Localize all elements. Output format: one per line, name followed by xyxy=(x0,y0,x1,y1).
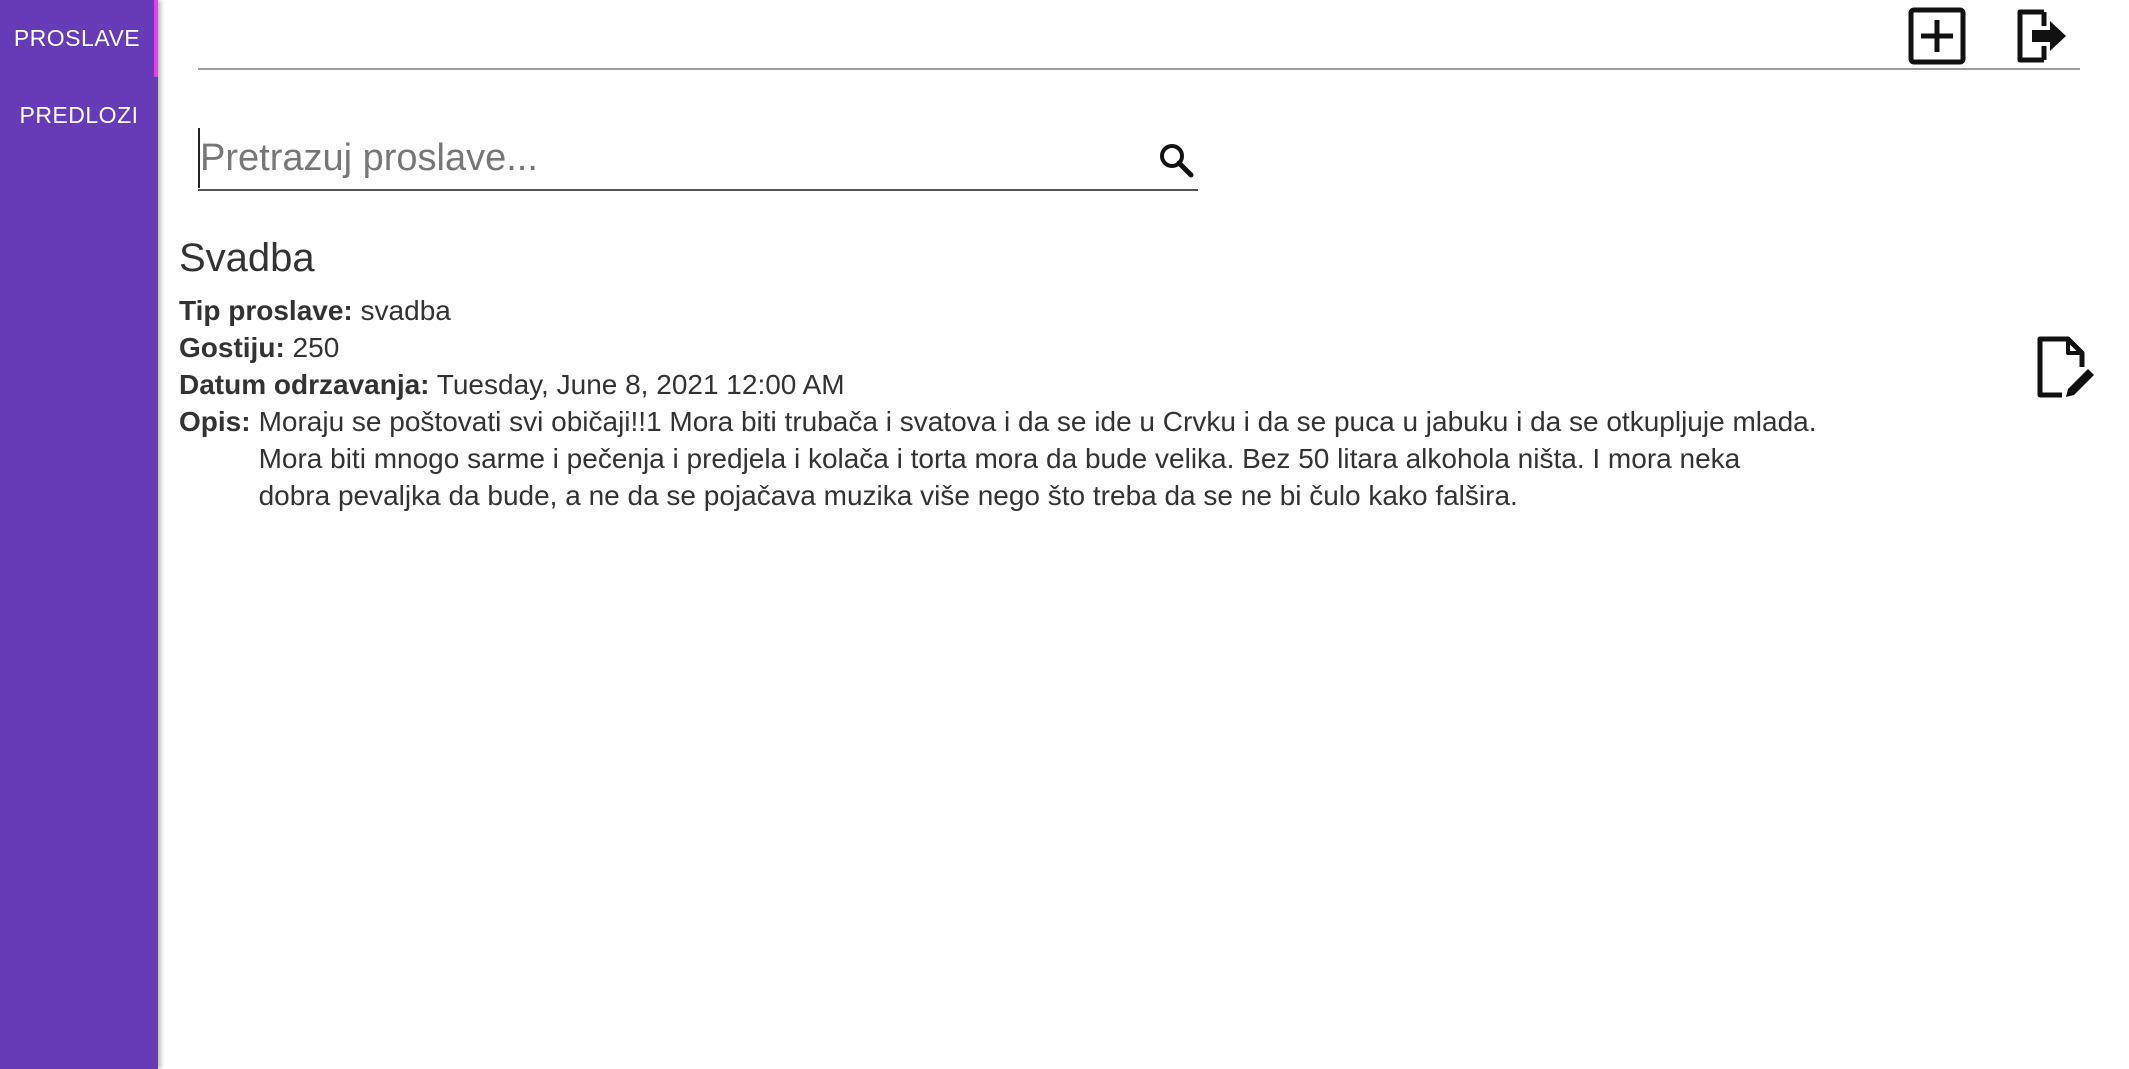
sidebar-item-label: PROSLAVE xyxy=(13,25,141,51)
celebration-guests-value: 250 xyxy=(292,332,340,363)
celebration-description-label: Opis: xyxy=(179,406,251,437)
sidebar-item-proslave[interactable]: PROSLAVE xyxy=(0,0,158,77)
add-button[interactable] xyxy=(1905,4,1969,68)
search-bar xyxy=(198,128,1198,191)
celebration-title: Svadba xyxy=(179,236,315,280)
celebration-date-label: Datum odrzavanja: xyxy=(179,369,430,400)
celebration-description-value: Moraju se poštovati svi običaji!!1 Mora … xyxy=(258,406,1817,511)
edit-celebration-button[interactable] xyxy=(2032,333,2096,403)
search-input[interactable] xyxy=(198,128,1120,188)
sidebar-item-predlozi[interactable]: PREDLOZI xyxy=(0,77,158,154)
celebration-type-label: Tip proslave: xyxy=(179,295,353,326)
edit-document-icon xyxy=(2037,336,2094,398)
celebration-card: Svadba Tip proslave: svadba Gostiju: 250… xyxy=(179,230,1879,514)
logout-button[interactable] xyxy=(2010,4,2074,68)
sidebar: PROSLAVE PREDLOZI xyxy=(0,0,158,1069)
app-root: PROSLAVE PREDLOZI Svadba xyxy=(0,0,2129,1069)
celebration-description-row: Opis: Moraju se poštovati svi običaji!!1… xyxy=(179,403,1879,514)
celebration-date-value: Tuesday, June 8, 2021 12:00 AM xyxy=(436,369,845,400)
celebration-type-row: Tip proslave: svadba xyxy=(179,292,1879,329)
celebration-date-row: Datum odrzavanja: Tuesday, June 8, 2021 … xyxy=(179,366,1879,403)
celebration-type-value: svadba xyxy=(360,295,451,326)
logout-icon xyxy=(2017,9,2066,63)
sidebar-item-label: PREDLOZI xyxy=(19,102,139,128)
search-icon[interactable] xyxy=(1156,140,1196,180)
add-box-icon xyxy=(1908,7,1966,65)
toolbar-divider xyxy=(198,68,2080,70)
celebration-guests-row: Gostiju: 250 xyxy=(179,329,1879,366)
celebration-guests-label: Gostiju: xyxy=(179,332,285,363)
